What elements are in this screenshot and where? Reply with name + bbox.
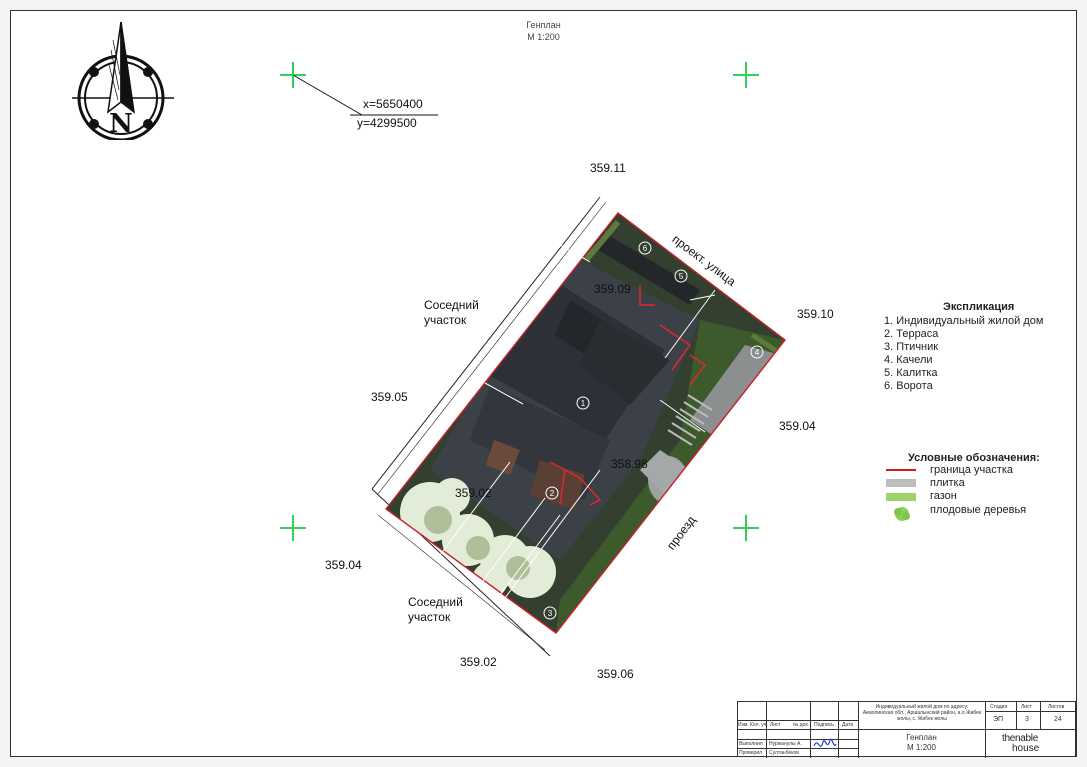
legend-swatch-boundary xyxy=(886,469,916,471)
marker-1: 1 xyxy=(581,399,586,408)
explication-heading: Экспликация xyxy=(943,301,1015,313)
elevation-mark: 359.04 xyxy=(325,558,362,572)
stamp-stage-label: Стадия xyxy=(990,704,1008,710)
stamp-checked-label: Проверил xyxy=(739,750,763,756)
marker-3: 3 xyxy=(548,609,553,618)
stamp-stage: ЭП xyxy=(993,716,1004,723)
marker-2: 2 xyxy=(550,489,555,498)
title-block: Изм. Кол. уч. Лист № док. Подпись Дата В… xyxy=(737,701,1077,758)
stamp-row-header: Подпись xyxy=(814,722,834,728)
elevation-mark: 358.98 xyxy=(611,457,648,471)
stamp-sheet-number: 3 xyxy=(1025,716,1029,723)
stamp-row-header: Кол. уч. xyxy=(750,722,768,728)
elevation-mark: 359.10 xyxy=(797,307,834,321)
explication-item: 1. Индивидуальный жилой дом xyxy=(884,315,1044,327)
stamp-address: Индивидуальный жилой дом по адресу: Акмо… xyxy=(862,704,982,722)
elevation-mark: 359.04 xyxy=(779,419,816,433)
elevation-mark: 359.11 xyxy=(590,161,626,175)
tree-icon xyxy=(894,507,910,521)
coordinate-y: y=4299500 xyxy=(357,116,417,130)
elevation-mark: 359.06 xyxy=(597,667,634,681)
legend-heading: Условные обозначения: xyxy=(908,452,1040,464)
explication-item: 6. Ворота xyxy=(884,380,933,392)
marker-4: 4 xyxy=(755,348,760,357)
elevation-mark: 359.05 xyxy=(371,390,408,404)
coordinate-x: x=5650400 xyxy=(363,97,423,111)
explication-item: 5. Калитка xyxy=(884,367,938,379)
signature xyxy=(813,738,837,747)
neighbor-plot-label-bottom: Соседний участок xyxy=(408,595,463,624)
grid-cross-3 xyxy=(280,515,306,541)
stamp-row-header: № док. xyxy=(793,722,810,728)
elevation-mark: 359.02 xyxy=(455,486,492,500)
legend-item: плитка xyxy=(930,477,965,489)
brand-logo-bottom: house xyxy=(1012,743,1040,754)
explication-list: 1. Индивидуальный жилой дом 2. Терраса 3… xyxy=(884,315,1043,393)
explication-item: 3. Птичник xyxy=(884,341,939,353)
stamp-sheet-count: 24 xyxy=(1054,716,1062,723)
explication-item: 4. Качели xyxy=(884,354,933,366)
elevation-mark: 359.09 xyxy=(594,282,631,296)
legend-swatch-paving xyxy=(886,479,916,487)
legend-swatch-lawn xyxy=(886,493,916,501)
neighbor-plot-label-top: Соседний участок xyxy=(424,298,479,327)
stamp-performed-name: Нуржанулы А. xyxy=(769,741,802,747)
elevation-mark: 359.02 xyxy=(460,655,497,669)
grid-cross-2 xyxy=(733,62,759,88)
legend-item: плодовые деревья xyxy=(930,504,1027,516)
site-plan: 1 2 3 4 5 6 xyxy=(371,196,786,657)
marker-6: 6 xyxy=(643,244,648,253)
stamp-scale: М 1:200 xyxy=(907,743,936,752)
legend-item: граница участка xyxy=(930,464,1013,476)
explication-item: 2. Терраса xyxy=(884,328,939,340)
stamp-checked-name: Султанбеков xyxy=(769,750,799,756)
stamp-sheet-label: Лист xyxy=(1021,704,1032,710)
legend-item: газон xyxy=(930,490,957,502)
stamp-row-header: Дата xyxy=(842,722,854,728)
stamp-sheets-label: Листов xyxy=(1048,704,1065,710)
stamp-sheet-title: Генплан xyxy=(906,733,937,742)
stamp-performed-label: Выполнил xyxy=(739,741,763,747)
compass-letter: N xyxy=(109,109,133,139)
marker-5: 5 xyxy=(679,272,684,281)
stamp-row-header: Лист xyxy=(770,722,781,728)
stamp-row-header: Изм. xyxy=(738,722,749,728)
north-arrow-icon: N xyxy=(72,21,174,140)
